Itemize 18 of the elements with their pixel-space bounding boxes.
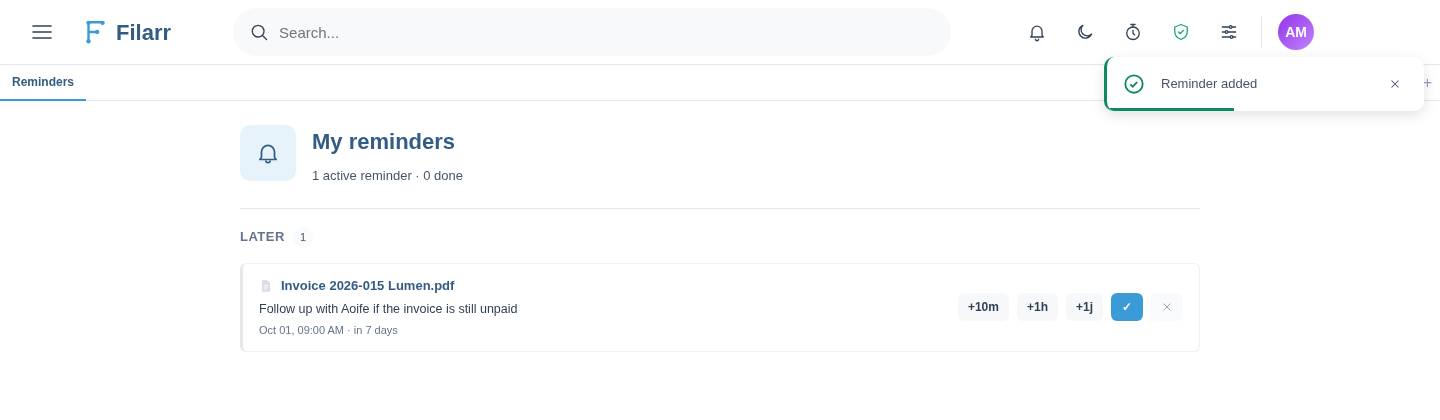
snooze-button[interactable]: +1j (1066, 293, 1103, 322)
group-label: LATER (240, 228, 285, 246)
snooze-button[interactable]: +1h (1016, 293, 1058, 322)
reminder-note: Follow up with Aoife if the invoice is still unpaid (259, 300, 518, 318)
user-avatar[interactable]: AM (1278, 14, 1315, 50)
snooze-button[interactable]: +10m (957, 293, 1009, 322)
page-title: My reminders (312, 128, 457, 156)
search-field[interactable]: Search... (233, 8, 952, 56)
toast-message: Reminder added (1161, 75, 1259, 94)
file-link[interactable]: Invoice 2026-015 Lumen.pdf (281, 276, 455, 296)
group-count: 1 (292, 226, 313, 247)
search-icon (249, 22, 270, 42)
page-subtitle: 1 active reminder · 0 done (312, 167, 464, 185)
app-name: Filarr (116, 18, 172, 47)
reminder-time: Oct 01, 09:00 AM · in 7 days (259, 323, 399, 339)
document-icon (259, 277, 273, 294)
tab[interactable]: Reminders (0, 65, 87, 101)
check-circle-icon (1123, 73, 1145, 95)
